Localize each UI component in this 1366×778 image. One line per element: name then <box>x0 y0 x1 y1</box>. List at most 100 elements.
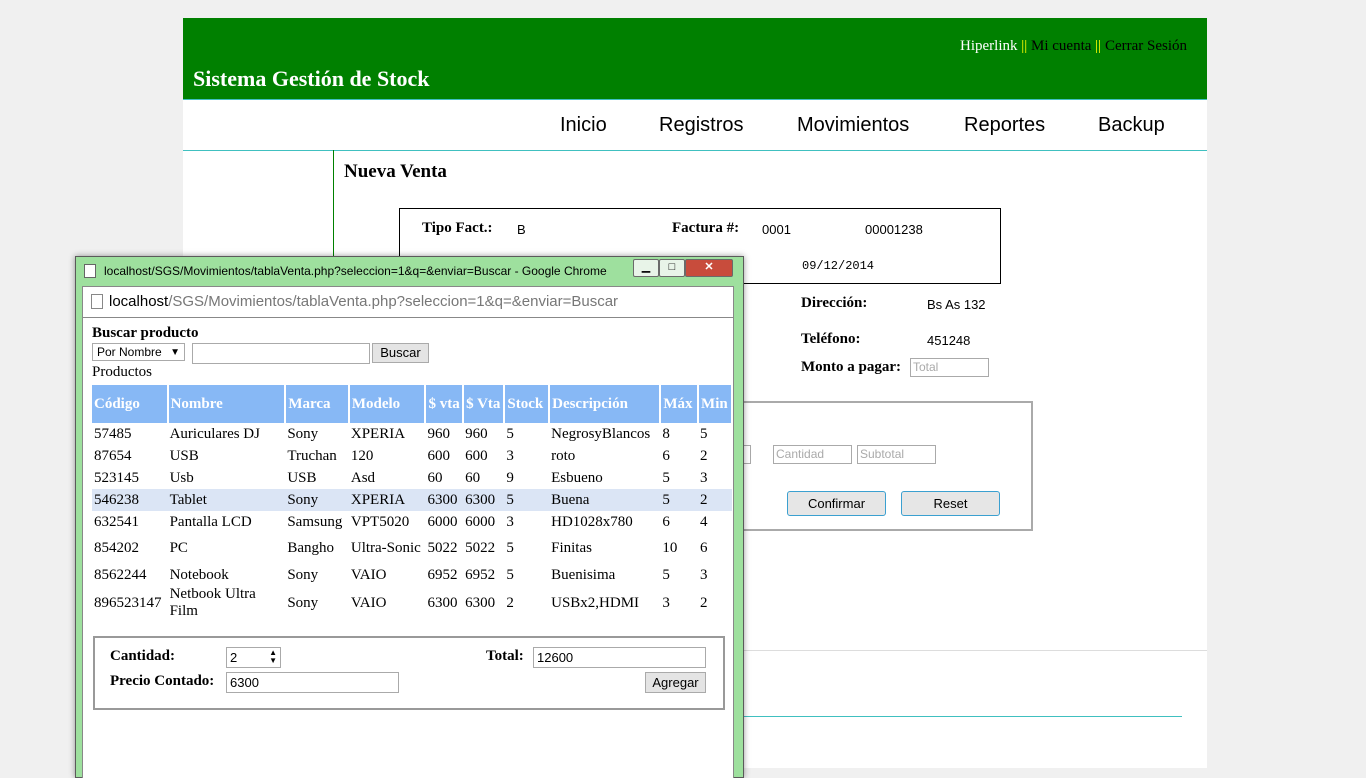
menu-item-inicio[interactable]: Inicio <box>560 114 607 137</box>
col-marca: Marca <box>285 385 350 423</box>
table-cell: 2 <box>700 594 708 611</box>
table-cell: Asd <box>350 469 376 486</box>
table-cell: 5 <box>700 425 708 442</box>
factura-label: Factura #: <box>672 220 740 236</box>
table-cell: 9 <box>506 469 514 486</box>
table-cell: 60 <box>427 469 443 486</box>
table-cell: Finitas <box>551 540 592 556</box>
table-cell: 60 <box>465 469 481 486</box>
table-row[interactable]: 632541 Pantalla LCD Samsung VPT5020 6000 6000… <box>92 511 732 533</box>
table-cell: 5 <box>660 489 699 511</box>
search-title: Buscar producto <box>92 325 199 341</box>
header-bar: Sistema Gestión de Stock Hiperlink || Mi… <box>183 18 1207 99</box>
table-cell: 600 <box>465 447 488 464</box>
table-cell: 6300 <box>463 489 505 511</box>
agregar-button[interactable]: Agregar <box>645 672 706 693</box>
monto-label: Monto a pagar: <box>801 359 901 375</box>
menu-item-movimientos[interactable]: Movimientos <box>797 114 909 137</box>
spinner-icon[interactable]: ▲ ▼ <box>269 649 277 665</box>
table-cell: 3 <box>506 513 514 530</box>
table-cell: 3 <box>700 566 708 583</box>
search-select-value: Por Nombre <box>97 345 162 359</box>
total-label: Total: <box>486 648 524 664</box>
add-product-form: Cantidad: 2 ▲ ▼ Total: 12600 Precio Conta… <box>93 636 725 710</box>
telefono-label: Teléfono: <box>801 331 861 347</box>
reset-button[interactable]: Reset <box>901 491 1000 516</box>
menu-item-registros[interactable]: Registros <box>659 114 743 137</box>
cantidad-field[interactable]: Cantidad <box>773 445 852 464</box>
table-cell: 5 <box>504 489 550 511</box>
table-cell: Sony <box>287 425 319 442</box>
fecha-value: 09/12/2014 <box>802 259 875 273</box>
bottom-divider <box>735 716 1182 717</box>
hiperlink-link[interactable]: Hiperlink <box>960 38 1018 54</box>
telefono-value: 451248 <box>927 333 971 348</box>
table-row[interactable]: 854202 PC Bangho Ultra-Sonic 5022 5022 5 Finita… <box>92 533 732 564</box>
table-cell: 960 <box>427 425 450 442</box>
separator: || <box>1021 38 1028 54</box>
table-cell: VAIO <box>350 594 387 611</box>
detail-box: Cantidad Subtotal Confirmar Reset <box>715 401 1033 531</box>
table-cell: 87654 <box>94 447 132 464</box>
table-cell: Bangho <box>287 540 334 556</box>
buscar-button[interactable]: Buscar <box>372 343 429 363</box>
page-icon <box>84 264 96 278</box>
table-cell: Buena <box>549 489 661 511</box>
table-cell: 896523147 <box>94 594 162 611</box>
table-cell: Pantalla LCD <box>169 513 252 530</box>
table-cell: roto <box>551 447 576 464</box>
table-cell: Samsung <box>287 513 343 530</box>
table-cell: 10 <box>662 540 678 556</box>
table-cell: USB <box>287 469 317 486</box>
table-cell: XPERIA <box>350 425 406 442</box>
cantidad-stepper[interactable]: 2 ▲ ▼ <box>226 647 281 668</box>
menu-item-backup[interactable]: Backup <box>1098 114 1165 137</box>
table-cell: 960 <box>465 425 488 442</box>
table-cell: Usb <box>169 469 194 486</box>
table-cell: 6952 <box>427 566 458 583</box>
table-row[interactable]: 546238 Tablet Sony XPERIA 6300 6300 5 Buena 5 2 <box>92 489 732 511</box>
table-row[interactable]: 57485 Auriculares DJ Sony XPERIA 960 960 5 Negr… <box>92 423 732 445</box>
table-cell: 4 <box>700 513 708 530</box>
table-row[interactable]: 87654 USB Truchan 120 600 600 3 roto 6 2 <box>92 445 732 467</box>
col-vta2: $ Vta <box>463 385 506 423</box>
table-row[interactable]: 896523147 Netbook Ultra Film Sony VAIO 6300 6… <box>92 586 732 620</box>
table-row[interactable]: 8562244 Notebook Sony VAIO 6952 6952 5 Buenisim… <box>92 564 732 586</box>
minimize-icon[interactable]: ▁ <box>633 259 659 277</box>
precio-field[interactable]: 6300 <box>226 672 399 693</box>
table-cell: Sony <box>287 566 319 583</box>
total-field[interactable]: 12600 <box>533 647 706 668</box>
table-cell: 854202 <box>94 540 139 556</box>
url-host: localhost <box>109 293 169 310</box>
search-type-select[interactable]: Por Nombre ▼ <box>92 343 185 361</box>
table-cell: Truchan <box>287 447 337 464</box>
monto-field[interactable]: Total <box>910 358 989 377</box>
confirmar-button[interactable]: Confirmar <box>787 491 886 516</box>
table-cell: Ultra-Sonic <box>350 540 421 556</box>
app-title: Sistema Gestión de Stock <box>193 66 430 91</box>
page-title: Nueva Venta <box>344 161 447 182</box>
table-cell: HD1028x780 <box>551 513 633 530</box>
menu-item-reportes[interactable]: Reportes <box>964 114 1045 137</box>
header-links: Hiperlink || Mi cuenta || Cerrar Sesión <box>960 38 1187 55</box>
cerrar-sesion-link[interactable]: Cerrar Sesión <box>1105 38 1187 54</box>
table-cell: 8562244 <box>94 566 147 583</box>
table-row[interactable]: 523145 Usb USB Asd 60 60 9 Esbueno 5 3 <box>92 467 732 489</box>
table-cell: 3 <box>700 469 708 486</box>
table-cell: 6000 <box>465 513 496 530</box>
table-cell: 5 <box>662 469 670 486</box>
address-bar[interactable]: localhost/SGS/Movimientos/tablaVenta.php… <box>82 286 734 318</box>
table-cell: Notebook <box>169 566 229 583</box>
col-max: Máx <box>660 385 700 423</box>
precio-label: Precio Contado: <box>110 673 215 689</box>
close-icon[interactable]: ✕ <box>685 259 733 277</box>
cantidad-label: Cantidad: <box>110 648 176 664</box>
maximize-icon[interactable]: □ <box>659 259 685 277</box>
popup-titlebar[interactable]: localhost/SGS/Movimientos/tablaVenta.php… <box>76 257 743 285</box>
subtotal-field[interactable]: Subtotal <box>857 445 936 464</box>
search-input[interactable] <box>192 343 370 364</box>
table-cell: Sony <box>287 594 319 611</box>
table-cell: USB <box>169 447 199 464</box>
table-cell: 6300 <box>465 594 496 611</box>
mi-cuenta-link[interactable]: Mi cuenta <box>1031 38 1091 54</box>
